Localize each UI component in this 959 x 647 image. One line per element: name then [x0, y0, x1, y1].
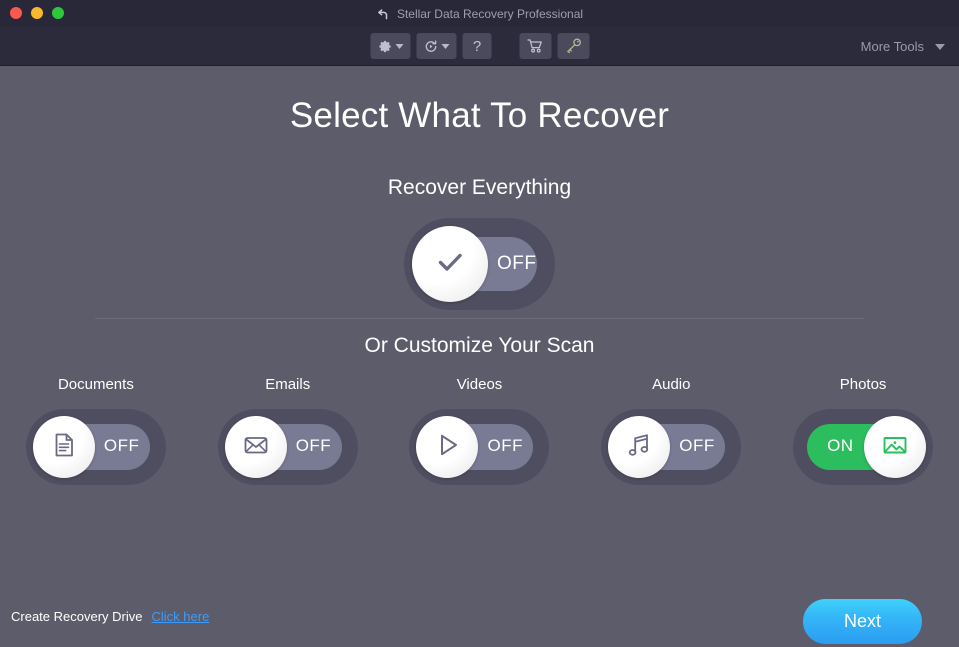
chevron-down-icon	[441, 43, 449, 49]
master-toggle-wrap: OFF	[0, 218, 959, 310]
recover-everything-heading: Recover Everything	[387, 176, 572, 199]
svg-text:?: ?	[472, 38, 480, 54]
toggle-knob	[608, 416, 671, 478]
play-triangle-icon	[431, 429, 463, 466]
title-bar: Stellar Data Recovery Professional	[0, 0, 959, 27]
activate-key-button[interactable]	[557, 33, 589, 59]
key-icon	[564, 38, 582, 54]
chevron-down-icon	[935, 43, 945, 50]
recovery-drive-area: Create Recovery Drive Click here	[11, 609, 209, 624]
category-toggle-row: Documents OFF Emails OFF Videos OFF Audi…	[0, 376, 959, 485]
category-label: Videos	[456, 376, 503, 393]
audio-toggle[interactable]: OFF	[601, 409, 742, 485]
documents-state: OFF	[103, 436, 140, 455]
photos-state: ON	[827, 436, 854, 455]
window-title: Stellar Data Recovery Professional	[396, 6, 584, 21]
create-recovery-drive-label: Create Recovery Drive	[11, 609, 143, 624]
category-documents: Documents OFF	[0, 376, 192, 485]
question-mark-icon: ?	[469, 38, 484, 54]
category-label: Audio	[652, 376, 691, 393]
shopping-cart-icon	[526, 38, 544, 54]
document-icon	[49, 430, 79, 465]
toggle-knob	[224, 416, 287, 478]
category-audio: Audio OFF	[575, 376, 767, 485]
category-emails: Emails OFF	[192, 376, 384, 485]
main-content: Select What To Recover Recover Everythin…	[0, 66, 959, 590]
chevron-down-icon	[395, 43, 403, 49]
recover-everything-state: OFF	[497, 253, 537, 274]
create-recovery-drive-link[interactable]: Click here	[152, 609, 210, 624]
footer-bar: Create Recovery Drive Click here Next	[0, 590, 959, 647]
customize-heading: Or Customize Your Scan	[364, 334, 595, 357]
documents-toggle[interactable]: OFF	[25, 409, 166, 485]
more-tools-label: More Tools	[860, 39, 924, 54]
recover-clock-icon	[423, 39, 438, 54]
videos-toggle[interactable]: OFF	[409, 409, 550, 485]
category-label: Documents	[57, 376, 134, 393]
category-photos: Photos ON	[767, 376, 959, 485]
emails-toggle[interactable]: OFF	[217, 409, 358, 485]
gear-icon	[377, 39, 392, 54]
settings-button[interactable]	[370, 33, 410, 59]
audio-state: OFF	[679, 436, 715, 455]
toggle-knob	[32, 416, 95, 478]
toggle-knob	[412, 226, 488, 302]
category-label: Emails	[265, 376, 311, 393]
toolbar-button-group: ?	[370, 33, 589, 59]
photo-image-icon	[879, 429, 911, 466]
next-button[interactable]: Next	[803, 599, 922, 644]
recover-everything-toggle[interactable]: OFF	[404, 218, 555, 310]
emails-state: OFF	[295, 436, 332, 455]
photos-toggle[interactable]: ON	[793, 409, 934, 485]
music-note-icon	[623, 429, 655, 466]
window-title-area: Stellar Data Recovery Professional	[0, 0, 959, 27]
checkmark-icon	[432, 244, 468, 285]
videos-state: OFF	[487, 436, 523, 455]
toolbar: ? More Tools	[0, 27, 959, 66]
more-tools-dropdown[interactable]: More Tools	[861, 27, 945, 66]
category-label: Photos	[839, 376, 887, 393]
section-divider	[95, 318, 864, 319]
app-window: Stellar Data Recovery Professional ? Mor…	[0, 0, 959, 647]
category-videos: Videos OFF	[384, 376, 576, 485]
recovery-history-button[interactable]	[416, 33, 456, 59]
page-title: Select What To Recover	[289, 96, 670, 135]
buy-now-button[interactable]	[519, 33, 551, 59]
help-button[interactable]: ?	[462, 33, 491, 59]
toggle-knob	[864, 416, 927, 478]
undo-arrow-icon	[376, 7, 390, 21]
envelope-icon	[240, 429, 272, 466]
